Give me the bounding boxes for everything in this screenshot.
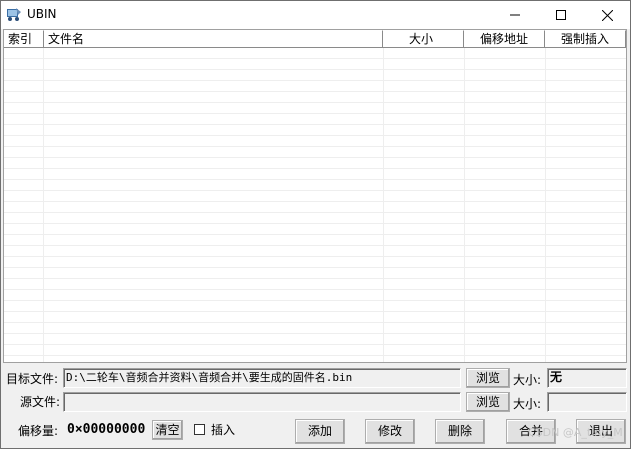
maximize-button[interactable] [538,1,584,29]
maximize-icon [556,10,566,20]
app-icon [7,8,21,21]
column-header-size[interactable]: 大小 [383,30,464,48]
main-window: UBIN 索引 文件名 大小 偏移地址 强制插入 目标文件: D:\二轮车\音频… [0,0,631,449]
source-size-label: 大小: [513,397,542,411]
column-header-filename[interactable]: 文件名 [44,30,383,48]
insert-label[interactable]: 插入 [211,422,235,438]
column-header-offset[interactable]: 偏移地址 [464,30,545,48]
target-file-label: 目标文件: [6,372,59,386]
title-bar[interactable]: UBIN [1,1,630,29]
close-icon [601,9,613,21]
list-header: 索引 文件名 大小 偏移地址 强制插入 [4,30,626,48]
column-divider [43,48,44,362]
insert-checkbox[interactable] [194,424,205,435]
add-button[interactable]: 添加 [295,419,345,444]
column-divider [545,48,546,362]
column-header-index[interactable]: 索引 [4,30,44,48]
window-title: UBIN [27,7,57,21]
offset-value[interactable]: 0×00000000 [67,422,145,438]
watermark-text: CSDN @A_tiny_M [528,426,623,439]
source-file-label: 源文件: [20,395,61,409]
target-browse-button[interactable]: 浏览 [466,368,510,388]
target-size-field: 无 [547,368,627,388]
minimize-button[interactable] [492,1,538,29]
file-list[interactable]: 索引 文件名 大小 偏移地址 强制插入 [3,29,627,363]
delete-button[interactable]: 删除 [435,419,485,444]
list-body[interactable] [4,48,626,362]
modify-button[interactable]: 修改 [365,419,415,444]
column-divider [464,48,465,362]
source-browse-button[interactable]: 浏览 [466,392,510,412]
close-button[interactable] [584,1,630,29]
minimize-icon [510,14,520,16]
source-file-field[interactable] [63,392,461,412]
source-size-field [547,392,627,412]
offset-label: 偏移量: [18,424,59,438]
column-header-force-insert[interactable]: 强制插入 [545,30,626,48]
clear-button[interactable]: 清空 [152,420,183,440]
column-divider [383,48,384,362]
target-file-field[interactable]: D:\二轮车\音频合并资料\音频合并\要生成的固件名.bin [63,368,461,388]
target-size-label: 大小: [513,373,542,387]
